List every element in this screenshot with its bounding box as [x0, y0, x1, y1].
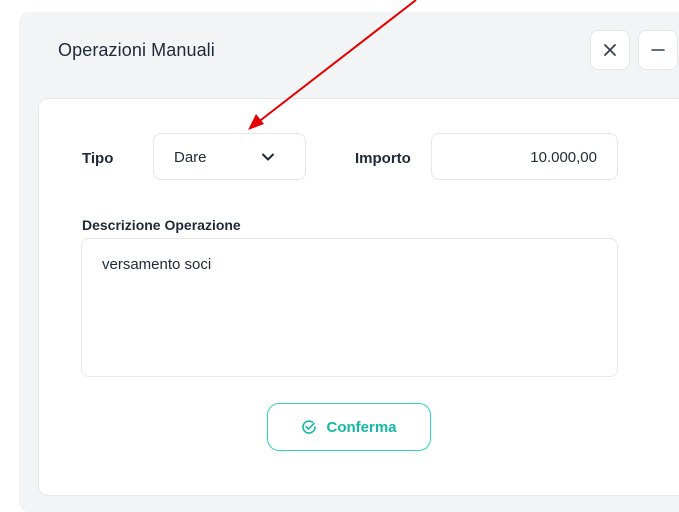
importo-input[interactable]: 10.000,00	[431, 133, 618, 180]
tipo-select[interactable]: Dare	[153, 133, 306, 180]
minimize-button[interactable]	[638, 30, 678, 70]
descrizione-label: Descrizione Operazione	[82, 217, 241, 233]
close-icon	[604, 44, 616, 56]
check-circle-icon	[302, 420, 317, 434]
descrizione-value: versamento soci	[102, 256, 212, 273]
importo-label: Importo	[355, 150, 411, 167]
tipo-select-value: Dare	[174, 149, 207, 166]
importo-value: 10.000,00	[530, 149, 597, 166]
close-button[interactable]	[590, 30, 630, 70]
descrizione-textarea[interactable]: versamento soci	[81, 238, 618, 377]
confirm-button-label: Conferma	[326, 418, 397, 436]
chevron-down-icon	[262, 153, 274, 161]
confirm-button[interactable]: Conferma	[267, 403, 431, 451]
minimize-icon	[651, 49, 665, 51]
tipo-label: Tipo	[82, 150, 114, 167]
dialog-title: Operazioni Manuali	[58, 40, 215, 60]
